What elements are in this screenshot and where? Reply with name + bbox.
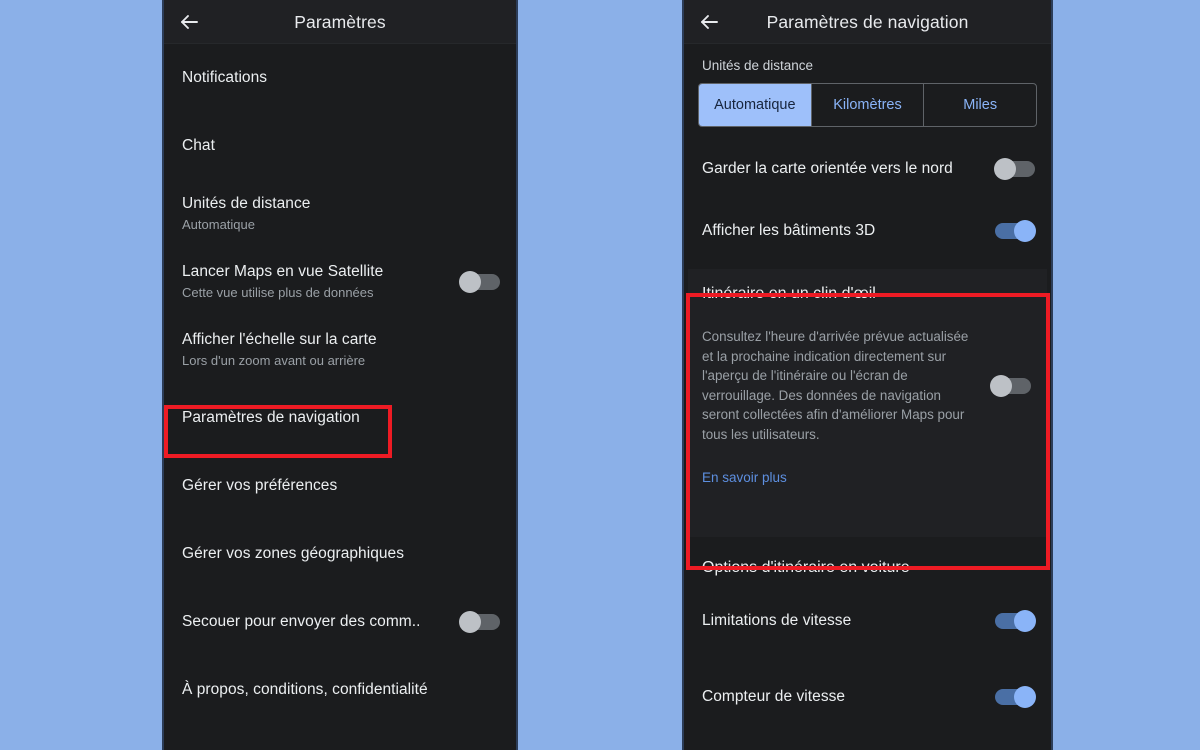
toggle-show-3d-buildings[interactable]	[995, 220, 1036, 242]
list-item-chat[interactable]: Chat	[164, 126, 516, 166]
row-keep-map-north-up[interactable]: Garder la carte orientée vers le nord	[684, 149, 1051, 189]
list-item-label: Unités de distance	[182, 195, 311, 212]
settings-screen-left: Paramètres Notifications Chat Unités de …	[162, 0, 518, 750]
row-text: Secouer pour envoyer des comm..	[182, 612, 420, 632]
list-item-about-terms-privacy[interactable]: À propos, conditions, confidentialité	[164, 670, 516, 710]
row-text: Notifications	[182, 68, 267, 88]
navigation-settings-screen-right: Paramètres de navigation Unités de dista…	[682, 0, 1053, 750]
toggle-knob	[994, 158, 1016, 180]
list-item-shake-to-send-feedback[interactable]: Secouer pour envoyer des comm..	[164, 602, 516, 642]
row-label: Limitations de vitesse	[702, 612, 852, 629]
left-settings-list: Notifications Chat Unités de distance Au…	[164, 58, 516, 750]
list-item-notifications[interactable]: Notifications	[164, 58, 516, 98]
right-toggle-rows: Garder la carte orientée vers le nord Af…	[684, 149, 1051, 251]
card-body: Consultez l'heure d'arrivée prévue actua…	[702, 327, 1031, 444]
segment-miles[interactable]: Miles	[924, 84, 1036, 126]
row-label: Compteur de vitesse	[702, 688, 846, 705]
right-settings-body: Unités de distance Automatique Kilomètre…	[684, 44, 1051, 750]
row-text: Garder la carte orientée vers le nord	[702, 159, 953, 179]
toggle-knob	[459, 271, 481, 293]
glanceable-directions-card[interactable]: Itinéraire en un clin d'œil Consultez l'…	[688, 269, 1047, 537]
driving-options-heading: Options d'itinéraire en voiture	[702, 559, 910, 576]
row-text: Lancer Maps en vue Satellite Cette vue u…	[182, 262, 383, 302]
row-text: Afficher l'échelle sur la carte Lors d'u…	[182, 330, 377, 370]
row-text: À propos, conditions, confidentialité	[182, 680, 428, 700]
toggle-knob	[1014, 220, 1036, 242]
distance-units-segmented-control[interactable]: Automatique Kilomètres Miles	[698, 83, 1037, 127]
list-item-label: À propos, conditions, confidentialité	[182, 681, 428, 698]
row-speed-limits[interactable]: Limitations de vitesse	[684, 601, 1051, 641]
learn-more-link[interactable]: En savoir plus	[702, 470, 787, 485]
toggle-knob	[1014, 610, 1036, 632]
row-text: Unités de distance Automatique	[182, 194, 310, 234]
toggle-glanceable-directions[interactable]	[990, 374, 1031, 397]
toggle-knob	[990, 374, 1012, 397]
card-title: Itinéraire en un clin d'œil	[702, 285, 876, 302]
list-item-manage-preferences[interactable]: Gérer vos préférences	[164, 466, 516, 506]
card-description: Consultez l'heure d'arrivée prévue actua…	[702, 329, 969, 442]
row-text: Chat	[182, 136, 215, 156]
distance-units-label: Unités de distance	[702, 58, 814, 73]
segment-automatique[interactable]: Automatique	[699, 84, 812, 126]
driving-options-rows: Limitations de vitesse Compteur de vites…	[684, 601, 1051, 717]
list-item-label: Secouer pour envoyer des comm..	[182, 613, 421, 630]
row-text: Afficher les bâtiments 3D	[702, 221, 875, 241]
row-label: Afficher les bâtiments 3D	[702, 222, 876, 239]
row-text: Gérer vos préférences	[182, 476, 337, 496]
row-text: Gérer vos zones géographiques	[182, 544, 404, 564]
list-item-label: Chat	[182, 137, 215, 154]
arrow-left-icon[interactable]	[694, 7, 724, 37]
toggle-keep-map-north-up[interactable]	[994, 158, 1035, 180]
arrow-left-icon[interactable]	[174, 7, 204, 37]
list-item-label: Paramètres de navigation	[182, 409, 360, 426]
toggle-speedometer[interactable]	[995, 686, 1036, 708]
row-text: Limitations de vitesse	[702, 611, 851, 631]
toggle-shake-to-send-feedback[interactable]	[459, 611, 500, 633]
list-item-label: Lancer Maps en vue Satellite	[182, 263, 384, 280]
list-item-sublabel: Automatique	[182, 217, 255, 232]
row-text: Paramètres de navigation	[182, 408, 360, 428]
list-item-sublabel: Lors d'un zoom avant ou arrière	[182, 353, 366, 368]
list-item-satellite-view[interactable]: Lancer Maps en vue Satellite Cette vue u…	[164, 262, 516, 302]
toggle-knob	[1014, 686, 1036, 708]
toggle-satellite-view[interactable]	[459, 271, 500, 293]
row-label: Garder la carte orientée vers le nord	[702, 160, 953, 177]
list-item-sublabel: Cette vue utilise plus de données	[182, 285, 374, 300]
toggle-speed-limits[interactable]	[995, 610, 1036, 632]
list-item-map-scale[interactable]: Afficher l'échelle sur la carte Lors d'u…	[164, 330, 516, 370]
list-item-label: Gérer vos préférences	[182, 477, 338, 494]
list-item-label: Notifications	[182, 69, 268, 86]
list-item-manage-areas[interactable]: Gérer vos zones géographiques	[164, 534, 516, 574]
row-speedometer[interactable]: Compteur de vitesse	[684, 677, 1051, 717]
segment-kilometres[interactable]: Kilomètres	[812, 84, 925, 126]
right-appbar: Paramètres de navigation	[684, 0, 1051, 44]
list-item-navigation-settings[interactable]: Paramètres de navigation	[164, 398, 516, 438]
row-show-3d-buildings[interactable]: Afficher les bâtiments 3D	[684, 211, 1051, 251]
toggle-knob	[459, 611, 481, 633]
row-text: Compteur de vitesse	[702, 687, 845, 707]
page-title: Paramètres de navigation	[766, 11, 969, 32]
list-item-distance-units[interactable]: Unités de distance Automatique	[164, 194, 516, 234]
list-item-label: Gérer vos zones géographiques	[182, 545, 405, 562]
list-item-label: Afficher l'échelle sur la carte	[182, 331, 377, 348]
page-title: Paramètres	[294, 11, 386, 32]
list-item-sign-out[interactable]: Se déconnecter de Maps	[164, 738, 516, 750]
left-appbar: Paramètres	[164, 0, 516, 44]
